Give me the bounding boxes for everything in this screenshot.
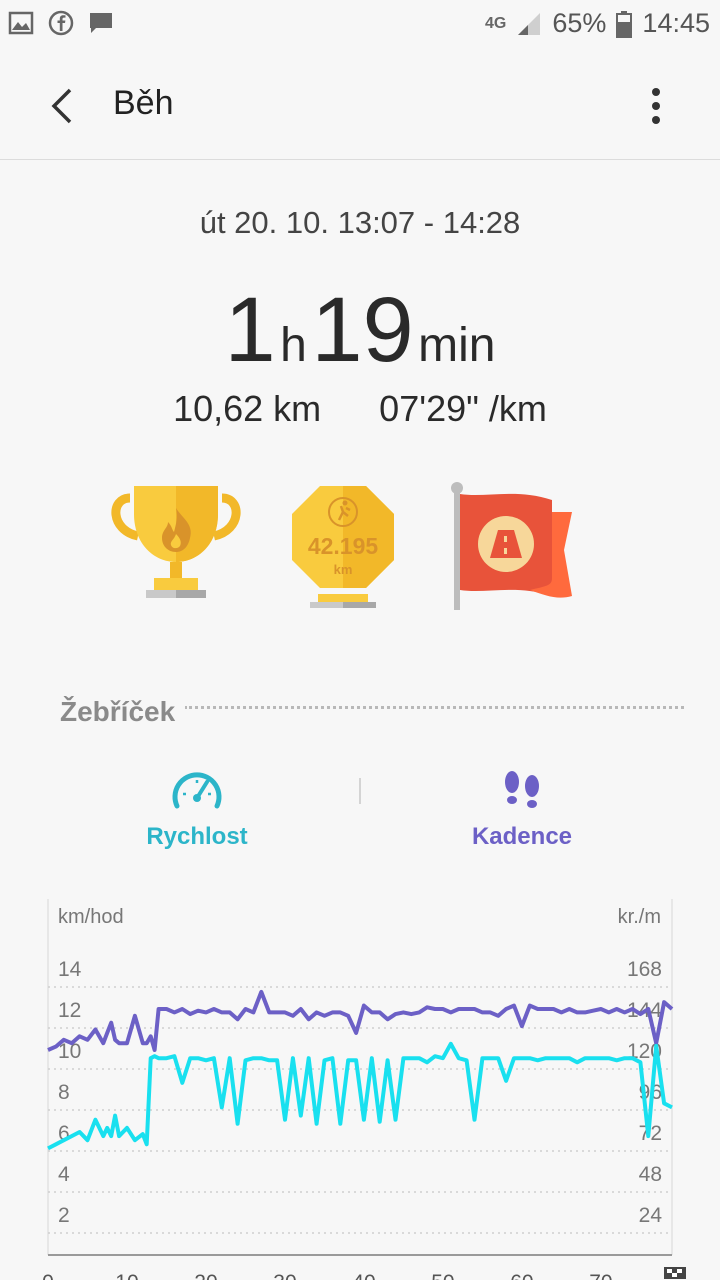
chart-lines: [47, 989, 674, 1151]
left-tick-label: 14: [58, 958, 82, 981]
badges-row: 42.195 km: [0, 478, 720, 618]
x-tick-label: 30: [273, 1271, 296, 1280]
speed-series-line: [47, 1041, 673, 1151]
battery-percent: 65%: [552, 8, 607, 38]
right-axis-label: kr./m: [618, 906, 661, 928]
x-tick-label: 50: [431, 1271, 454, 1280]
duration-minutes-unit: min: [418, 319, 496, 372]
left-tick-label: 8: [58, 1081, 70, 1104]
back-arrow-icon[interactable]: [40, 82, 88, 130]
cadence-series-line: [47, 989, 674, 1052]
workout-date: út 20. 10. 13:07 - 14:28: [199, 205, 521, 240]
status-right: 4G 65% 14:45: [485, 8, 710, 39]
marathon-badge-unit: km: [334, 562, 353, 577]
marathon-badge-text: 42.195: [308, 533, 379, 559]
left-ticks: 1412108642: [58, 958, 82, 1227]
battery-icon: [616, 10, 633, 38]
message-icon: [90, 13, 112, 33]
tab-speed-label: Rychlost: [146, 823, 248, 850]
x-ticks: 0 10 20 30 40 50 60 70: [42, 1271, 612, 1280]
x-tick-label: 20: [194, 1271, 217, 1280]
workout-duration: 1 h 19 min: [0, 278, 720, 383]
x-tick-label: 60: [510, 1271, 533, 1280]
tab-speed[interactable]: Rychlost: [97, 768, 297, 851]
right-tick-label: 168: [627, 958, 662, 981]
trophy-fire-badge[interactable]: [110, 478, 242, 612]
footprints-icon: [505, 771, 539, 808]
status-left-icons: [8, 10, 114, 36]
right-tick-label: 24: [639, 1204, 663, 1227]
metric-separator: [359, 778, 361, 804]
duration-hours-unit: h: [280, 319, 307, 372]
right-tick-label: 48: [639, 1163, 662, 1186]
status-bar: 4G 65% 14:45: [0, 0, 720, 52]
finish-flag-icon: [664, 1267, 686, 1279]
left-tick-label: 2: [58, 1204, 70, 1227]
page-title: Běh: [113, 84, 174, 122]
x-tick-label: 10: [115, 1271, 138, 1280]
left-axis-label: km/hod: [58, 906, 124, 928]
app-bar: Běh: [0, 52, 720, 160]
pace-value: 07'29" /km: [379, 388, 547, 429]
network-type: 4G: [485, 14, 507, 32]
duration-hours: 1: [224, 279, 276, 381]
more-vertical-icon[interactable]: [636, 82, 676, 130]
leaderboard-section: Žebříček: [60, 696, 684, 736]
clock: 14:45: [642, 8, 710, 38]
leaderboard-title: Žebříček: [60, 696, 186, 727]
workout-stats: 10,62 km 07'29" /km: [0, 388, 720, 430]
route-flag-badge[interactable]: [446, 478, 576, 614]
gallery-icon: [8, 11, 34, 35]
x-tick-label: 0: [42, 1271, 54, 1280]
distance-value: 10,62 km: [173, 388, 322, 429]
left-tick-label: 12: [58, 999, 81, 1022]
left-tick-label: 4: [58, 1163, 70, 1186]
tab-cadence-label: Kadence: [471, 823, 573, 850]
duration-minutes: 19: [311, 279, 414, 381]
signal-icon: [518, 12, 541, 35]
x-tick-label: 70: [589, 1271, 612, 1280]
facebook-icon: [48, 10, 74, 36]
speed-cadence-chart: km/hod kr./m 1412108642 1681441209672482…: [42, 899, 686, 1280]
tab-cadence[interactable]: Kadence: [422, 768, 622, 851]
section-divider: [184, 706, 684, 709]
speedometer-icon: [172, 772, 222, 809]
marathon-badge[interactable]: 42.195 km: [286, 478, 400, 612]
x-tick-label: 40: [352, 1271, 375, 1280]
